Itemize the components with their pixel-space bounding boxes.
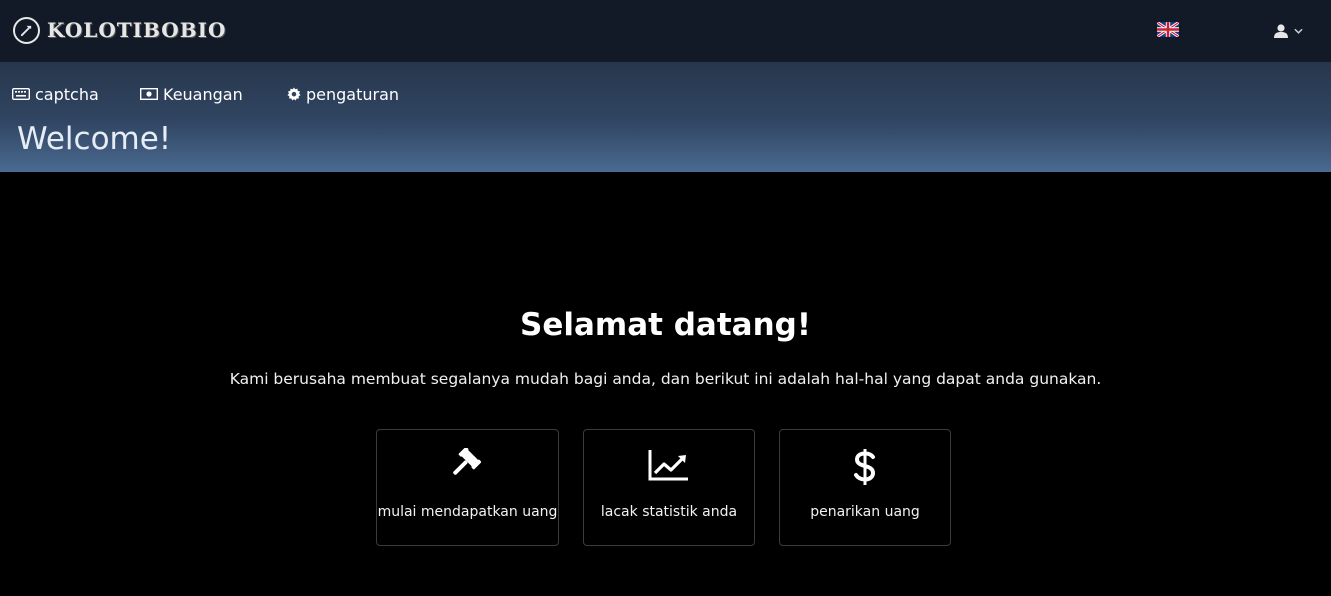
- hammer-icon: [13, 16, 40, 44]
- user-menu[interactable]: [1273, 22, 1303, 40]
- nav-item-captcha[interactable]: captcha: [12, 84, 140, 104]
- welcome-description: Kami berusaha membuat segalanya mudah ba…: [229, 370, 1102, 388]
- logo-text: KOLOTIBOBIO: [47, 18, 227, 42]
- withdrawal-card[interactable]: penarikan uang: [779, 429, 951, 546]
- keyboard-icon: [12, 88, 30, 100]
- chevron-down-icon: [1294, 28, 1303, 34]
- top-bar: KOLOTIBOBIO: [0, 0, 1331, 62]
- card-label: lacak statistik anda: [600, 504, 738, 520]
- line-chart-icon: [584, 448, 754, 482]
- welcome-heading: Selamat datang!: [520, 307, 811, 343]
- card-label: penarikan uang: [810, 504, 920, 520]
- header-band: captcha Keuangan pengaturan Welcome!: [0, 62, 1331, 172]
- logo[interactable]: KOLOTIBOBIO: [13, 16, 226, 44]
- money-icon: [140, 88, 158, 100]
- nav-item-label: captcha: [35, 84, 99, 104]
- nav-item-label: pengaturan: [306, 84, 400, 104]
- start-earning-card[interactable]: mulai mendapatkan uang: [376, 429, 559, 546]
- track-stats-card[interactable]: lacak statistik anda: [583, 429, 755, 546]
- uk-flag-icon[interactable]: [1156, 20, 1180, 39]
- dollar-icon: [780, 448, 950, 486]
- nav-item-keuangan[interactable]: Keuangan: [140, 84, 287, 104]
- page-title: Welcome!: [17, 121, 172, 157]
- gear-icon: [287, 87, 301, 101]
- main-nav: captcha Keuangan pengaturan: [12, 84, 399, 104]
- nav-item-label: Keuangan: [163, 84, 243, 104]
- card-label: mulai mendapatkan uang: [377, 504, 558, 520]
- gavel-icon: [377, 448, 558, 484]
- user-icon: [1274, 24, 1288, 38]
- nav-item-pengaturan[interactable]: pengaturan: [287, 84, 399, 104]
